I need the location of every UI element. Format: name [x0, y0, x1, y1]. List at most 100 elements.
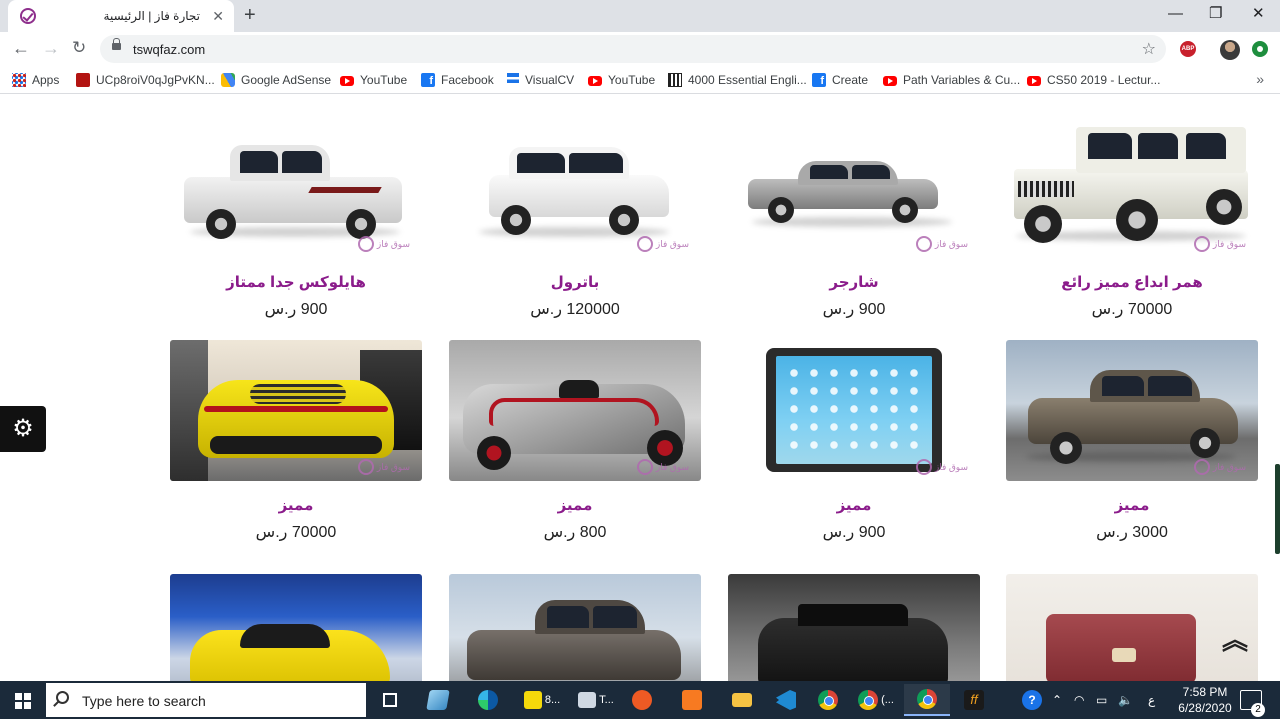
bookmark-path-variables[interactable]: Path Variables & Cu... — [883, 71, 1020, 89]
bookmark-label: 4000 Essential Engli... — [688, 73, 807, 87]
start-button[interactable] — [0, 681, 46, 719]
bookmark-cs50[interactable]: CS50 2019 - Lectur... — [1027, 71, 1160, 89]
scroll-to-top-button[interactable]: ︽ — [1220, 627, 1250, 660]
product-price: 900 ر.س — [822, 524, 886, 541]
product-name[interactable]: مميز — [728, 496, 980, 516]
bookmark-youtube-1[interactable]: YouTube — [340, 71, 407, 89]
taskbar-app-filezilla[interactable]: ff — [954, 684, 994, 716]
taskbar-app-t[interactable]: T... — [572, 684, 620, 716]
taskbar-app-chrome-active[interactable] — [904, 684, 950, 716]
taskbar-app-vscode[interactable] — [766, 684, 806, 716]
product-card[interactable]: سوق فاز مميز 800 ر.س — [449, 340, 701, 542]
sticky-notes-icon — [523, 691, 542, 709]
taskbar-app-git[interactable] — [622, 684, 662, 716]
close-window-button[interactable]: ✕ — [1252, 5, 1265, 23]
folder-icon — [732, 693, 752, 707]
product-card[interactable]: سوق فاز همر ابداع مميز رائع 70000 ر.س — [1006, 117, 1258, 319]
bookmark-apps[interactable]: Apps — [12, 71, 59, 89]
tab-close-icon[interactable]: ✕ — [212, 8, 224, 24]
product-image-handbag[interactable] — [1006, 574, 1258, 681]
taskbar-clock[interactable]: 7:58 PM 6/28/2020 — [1170, 684, 1240, 716]
url-text[interactable]: tswqfaz.com — [133, 42, 205, 57]
new-tab-button[interactable]: + — [244, 4, 256, 26]
taskbar-app-chrome-2[interactable]: (... — [852, 684, 900, 716]
product-card[interactable] — [1006, 574, 1258, 681]
product-card[interactable] — [170, 574, 422, 681]
taskbar-search[interactable]: Type here to search — [46, 683, 366, 717]
taskbar-app-notepad[interactable] — [418, 684, 458, 716]
bookmark-ucp8[interactable]: UCp8roiV0qJgPvKN... — [76, 71, 215, 89]
browser-tab[interactable]: تجارة فاز | الرئيسية ✕ — [8, 0, 234, 32]
bookmark-youtube-2[interactable]: YouTube — [588, 71, 655, 89]
product-card[interactable]: سوق فاز باترول 120000 ر.س — [449, 117, 701, 319]
address-bar[interactable]: tswqfaz.com ☆ — [100, 35, 1166, 63]
product-image-corolla[interactable]: سوق فاز — [1006, 340, 1258, 481]
product-name[interactable]: همر ابداع مميز رائع — [1006, 273, 1258, 293]
product-name[interactable]: باترول — [449, 273, 701, 293]
tray-chevron-up-icon[interactable]: ⌃ — [1052, 681, 1062, 719]
product-card[interactable]: سوق فاز مميز 900 ر.س — [728, 340, 980, 542]
facebook-icon: f — [421, 73, 435, 87]
wifi-icon[interactable]: ◠ — [1074, 681, 1084, 719]
settings-toggle-button[interactable]: ⚙ — [0, 406, 46, 452]
product-name[interactable]: شارجر — [728, 273, 980, 293]
product-name[interactable]: مميز — [1006, 496, 1258, 516]
product-name[interactable]: مميز — [170, 496, 422, 516]
product-card[interactable]: سوق فاز مميز 70000 ر.س — [170, 340, 422, 542]
product-image-corolla-2[interactable] — [449, 574, 701, 681]
bookmark-create[interactable]: f Create — [812, 71, 868, 89]
product-card[interactable]: سوق فاز شارجر 900 ر.س — [728, 117, 980, 319]
product-image-hummer[interactable]: سوق فاز — [1006, 117, 1258, 258]
taskbar-app-xampp[interactable] — [672, 684, 712, 716]
adblock-icon[interactable]: ABP — [1180, 41, 1196, 57]
product-name[interactable]: هايلوكس جدا ممتاز — [170, 273, 422, 293]
product-card[interactable]: سوق فاز مميز 3000 ر.س — [1006, 340, 1258, 542]
taskbar-app-explorer[interactable] — [722, 684, 762, 716]
notepad-icon — [426, 690, 450, 710]
product-image-huracan[interactable] — [170, 574, 422, 681]
bookmark-4000-essential[interactable]: 4000 Essential Engli... — [668, 71, 807, 89]
product-image-lexus[interactable] — [728, 574, 980, 681]
product-image-supercar[interactable]: سوق فاز — [449, 340, 701, 481]
product-card[interactable]: سوق فاز هايلوكس جدا ممتاز 900 ر.س — [170, 117, 422, 319]
watermark-logo: سوق فاز — [1193, 236, 1246, 252]
volume-icon[interactable]: 🔈 — [1118, 681, 1133, 719]
product-image-hilux[interactable]: سوق فاز — [170, 117, 422, 258]
input-language[interactable]: ع — [1148, 681, 1155, 719]
bookmark-adsense[interactable]: Google AdSense — [221, 71, 331, 89]
clock-date: 6/28/2020 — [1178, 701, 1232, 715]
profile-avatar[interactable] — [1220, 40, 1240, 60]
bookmark-visualcv[interactable]: VisualCV — [507, 71, 574, 89]
product-image-patrol[interactable]: سوق فاز — [449, 117, 701, 258]
task-view-button[interactable] — [370, 684, 410, 716]
watermark-icon — [915, 459, 932, 475]
minimize-button[interactable]: — — [1168, 5, 1183, 23]
product-card[interactable] — [728, 574, 980, 681]
taskbar-app-sticky[interactable]: 8... — [518, 684, 566, 716]
product-image-ipad[interactable]: سوق فاز — [728, 340, 980, 481]
youtube-icon — [588, 76, 602, 86]
help-icon[interactable]: ? — [1022, 681, 1042, 719]
more-bookmarks-chevron-icon[interactable]: » — [1256, 71, 1264, 87]
bookmark-facebook[interactable]: f Facebook — [421, 71, 494, 89]
extension-green-icon[interactable] — [1252, 41, 1268, 57]
youtube-icon — [1027, 76, 1041, 86]
page-scrollbar[interactable] — [1275, 464, 1280, 554]
product-image-charger[interactable]: سوق فاز — [728, 117, 980, 258]
product-name[interactable]: مميز — [449, 496, 701, 516]
battery-icon[interactable]: ▭ — [1096, 681, 1107, 719]
taskbar-app-label: T... — [599, 694, 614, 706]
taskbar-app-edge[interactable] — [468, 684, 508, 716]
product-price: 800 ر.س — [543, 524, 607, 541]
product-card[interactable] — [449, 574, 701, 681]
lock-icon[interactable] — [112, 38, 121, 50]
bookmark-star-icon[interactable]: ☆ — [1142, 39, 1156, 59]
maximize-button[interactable]: ❐ — [1209, 5, 1222, 23]
watermark-icon — [357, 236, 374, 252]
reload-icon[interactable]: ↻ — [72, 38, 86, 58]
forward-arrow-icon[interactable]: → — [42, 38, 60, 58]
taskbar-app-chrome-1[interactable] — [808, 684, 848, 716]
back-arrow-icon[interactable]: ← — [12, 38, 30, 58]
edge-icon — [478, 690, 498, 710]
product-image-lamborghini[interactable]: سوق فاز — [170, 340, 422, 481]
